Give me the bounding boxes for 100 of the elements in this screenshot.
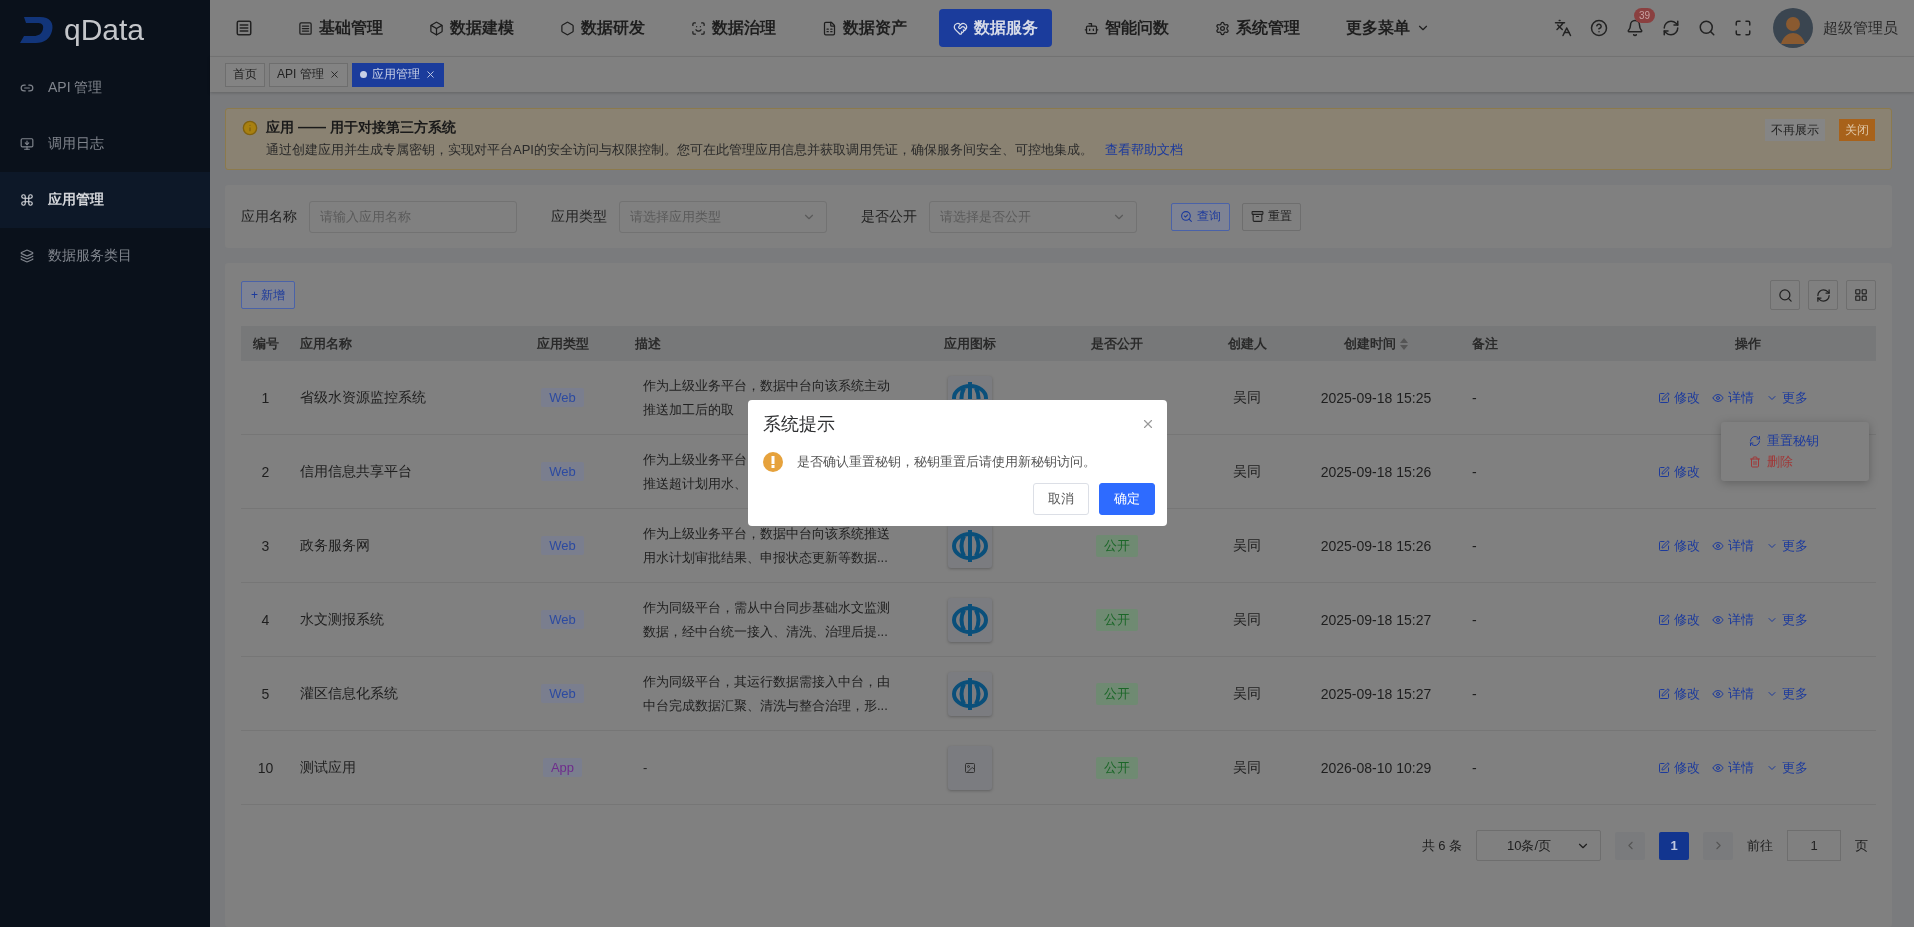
nav-item[interactable]: 数据建模 <box>415 9 528 47</box>
table-cell: 2025-09-18 15:26 <box>1320 463 1432 480</box>
table-cell: 吴同 <box>1233 758 1261 777</box>
edit-link[interactable]: 修改 <box>1658 610 1700 629</box>
sidebar-item[interactable]: 数据服务类目 <box>0 228 210 284</box>
edit-link[interactable]: 修改 <box>1658 388 1700 407</box>
column-header: 应用类型 <box>536 334 589 353</box>
dismiss-button[interactable]: 不再展示 <box>1765 119 1825 141</box>
search-icon[interactable] <box>1698 19 1716 37</box>
description-text: 推送加工后的取 <box>643 400 734 419</box>
bell-icon[interactable] <box>1626 19 1644 37</box>
columns-button[interactable] <box>1846 280 1876 310</box>
table-cell: 4 <box>261 611 270 628</box>
page-size-select[interactable]: 10条/页 <box>1476 830 1601 861</box>
more-link[interactable]: 更多 <box>1766 536 1808 555</box>
help-icon[interactable] <box>1590 19 1608 37</box>
view-link[interactable]: 详情 <box>1712 758 1754 777</box>
sidebar-item[interactable]: 调用日志 <box>0 116 210 172</box>
more-link[interactable]: 更多 <box>1766 388 1808 407</box>
nav-item[interactable]: 数据服务 <box>939 9 1052 47</box>
nav-icon <box>691 20 706 36</box>
user-name[interactable]: 超级管理员 <box>1823 18 1898 38</box>
sidebar-item[interactable]: API 管理 <box>0 60 210 116</box>
column-header[interactable]: 创建时间 <box>1344 334 1396 353</box>
type-tag: Web <box>541 388 584 407</box>
page-tab[interactable]: 首页 <box>225 62 265 87</box>
more-link[interactable]: 更多 <box>1766 610 1808 629</box>
view-link[interactable]: 详情 <box>1712 610 1754 629</box>
warning-icon <box>763 452 783 472</box>
table-cell: - <box>1472 463 1477 480</box>
help-link[interactable]: 查看帮助文档 <box>1104 141 1183 159</box>
menu-icon[interactable] <box>235 19 253 37</box>
more-link[interactable]: 更多 <box>1766 684 1808 703</box>
description-text: 作为同级平台，需从中台同步基础水文监测 <box>643 598 890 617</box>
search-button[interactable] <box>1770 280 1800 310</box>
type-tag: Web <box>541 462 584 481</box>
page-tab[interactable]: 应用管理 <box>351 62 444 87</box>
sidebar-item[interactable]: 应用管理 <box>0 172 210 228</box>
trash-icon <box>1749 456 1761 468</box>
table-cell: 5 <box>261 685 270 702</box>
view-link[interactable]: 详情 <box>1712 536 1754 555</box>
column-header: 应用图标 <box>944 334 996 353</box>
column-header: 创建人 <box>1227 334 1267 353</box>
nav-item[interactable]: 数据研发 <box>546 9 659 47</box>
nav-item[interactable]: 基础管理 <box>284 9 397 47</box>
view-link[interactable]: 详情 <box>1712 684 1754 703</box>
sidebar-item-icon <box>20 81 34 95</box>
confirm-button[interactable]: 确定 <box>1099 483 1155 515</box>
add-button[interactable]: + 新增 <box>241 281 296 309</box>
table-cell: 吴同 <box>1233 536 1261 555</box>
nav-item[interactable]: 智能问数 <box>1070 9 1183 47</box>
table-cell: 1 <box>261 389 270 406</box>
search-icon <box>1180 210 1193 223</box>
table-cell: 2025-09-18 15:27 <box>1320 685 1432 702</box>
description-text: 用水计划审批结果、申报状态更新等数据... <box>643 548 888 567</box>
alert-title: 应用 —— 用于对接第三方系统 <box>266 119 457 137</box>
refresh-button[interactable] <box>1808 280 1838 310</box>
menu-item[interactable]: 重置秘钥 <box>1749 432 1869 450</box>
translate-icon[interactable] <box>1554 19 1572 37</box>
query-button[interactable]: 查询 <box>1171 202 1230 231</box>
table-cell: - <box>1472 759 1477 776</box>
fullscreen-icon[interactable] <box>1734 19 1752 37</box>
nav-item[interactable]: 数据资产 <box>808 9 921 47</box>
page-button[interactable]: 1 <box>1659 831 1689 860</box>
nav-icon <box>822 20 837 36</box>
page-tab[interactable]: API 管理 <box>269 62 348 87</box>
nav-item[interactable]: 系统管理 <box>1201 9 1314 47</box>
more-link[interactable]: 更多 <box>1766 758 1808 777</box>
refresh-icon[interactable] <box>1662 19 1680 37</box>
table-cell: 2026-08-10 10:29 <box>1320 759 1432 776</box>
table-cell: - <box>1472 611 1477 628</box>
public-tag: 公开 <box>1096 608 1138 631</box>
nav-item[interactable]: 数据治理 <box>677 9 790 47</box>
description-text: 作为上级业务平台，数据中台向该系统推送 <box>643 524 890 543</box>
description-text: 中台完成数据汇聚、清洗与整合治理，形... <box>643 696 888 715</box>
edit-link[interactable]: 修改 <box>1658 462 1700 481</box>
nav-icon <box>429 20 444 36</box>
edit-link[interactable]: 修改 <box>1658 536 1700 555</box>
menu-item[interactable]: 删除 <box>1749 453 1869 471</box>
close-icon[interactable] <box>328 69 340 80</box>
edit-link[interactable]: 修改 <box>1658 758 1700 777</box>
table-cell: - <box>1472 537 1477 554</box>
image-icon <box>964 761 976 774</box>
page-suffix: 页 <box>1855 836 1868 855</box>
table-cell: 2025-09-18 15:26 <box>1320 537 1432 554</box>
column-header: 备注 <box>1472 334 1498 353</box>
close-button[interactable]: 关闭 <box>1839 119 1875 141</box>
cancel-button[interactable]: 取消 <box>1033 483 1089 515</box>
avatar[interactable] <box>1773 8 1813 48</box>
close-icon[interactable] <box>1141 417 1155 431</box>
edit-link[interactable]: 修改 <box>1658 684 1700 703</box>
eye-icon <box>1712 613 1724 626</box>
nav-icon <box>953 20 968 36</box>
reset-button[interactable]: 重置 <box>1242 202 1301 231</box>
refresh-icon <box>1815 287 1831 303</box>
view-link[interactable]: 详情 <box>1712 388 1754 407</box>
page-input[interactable]: 1 <box>1787 830 1841 861</box>
nav-item[interactable]: 更多菜单 <box>1332 9 1444 47</box>
edit-icon <box>1658 391 1670 404</box>
close-icon[interactable] <box>424 69 436 80</box>
